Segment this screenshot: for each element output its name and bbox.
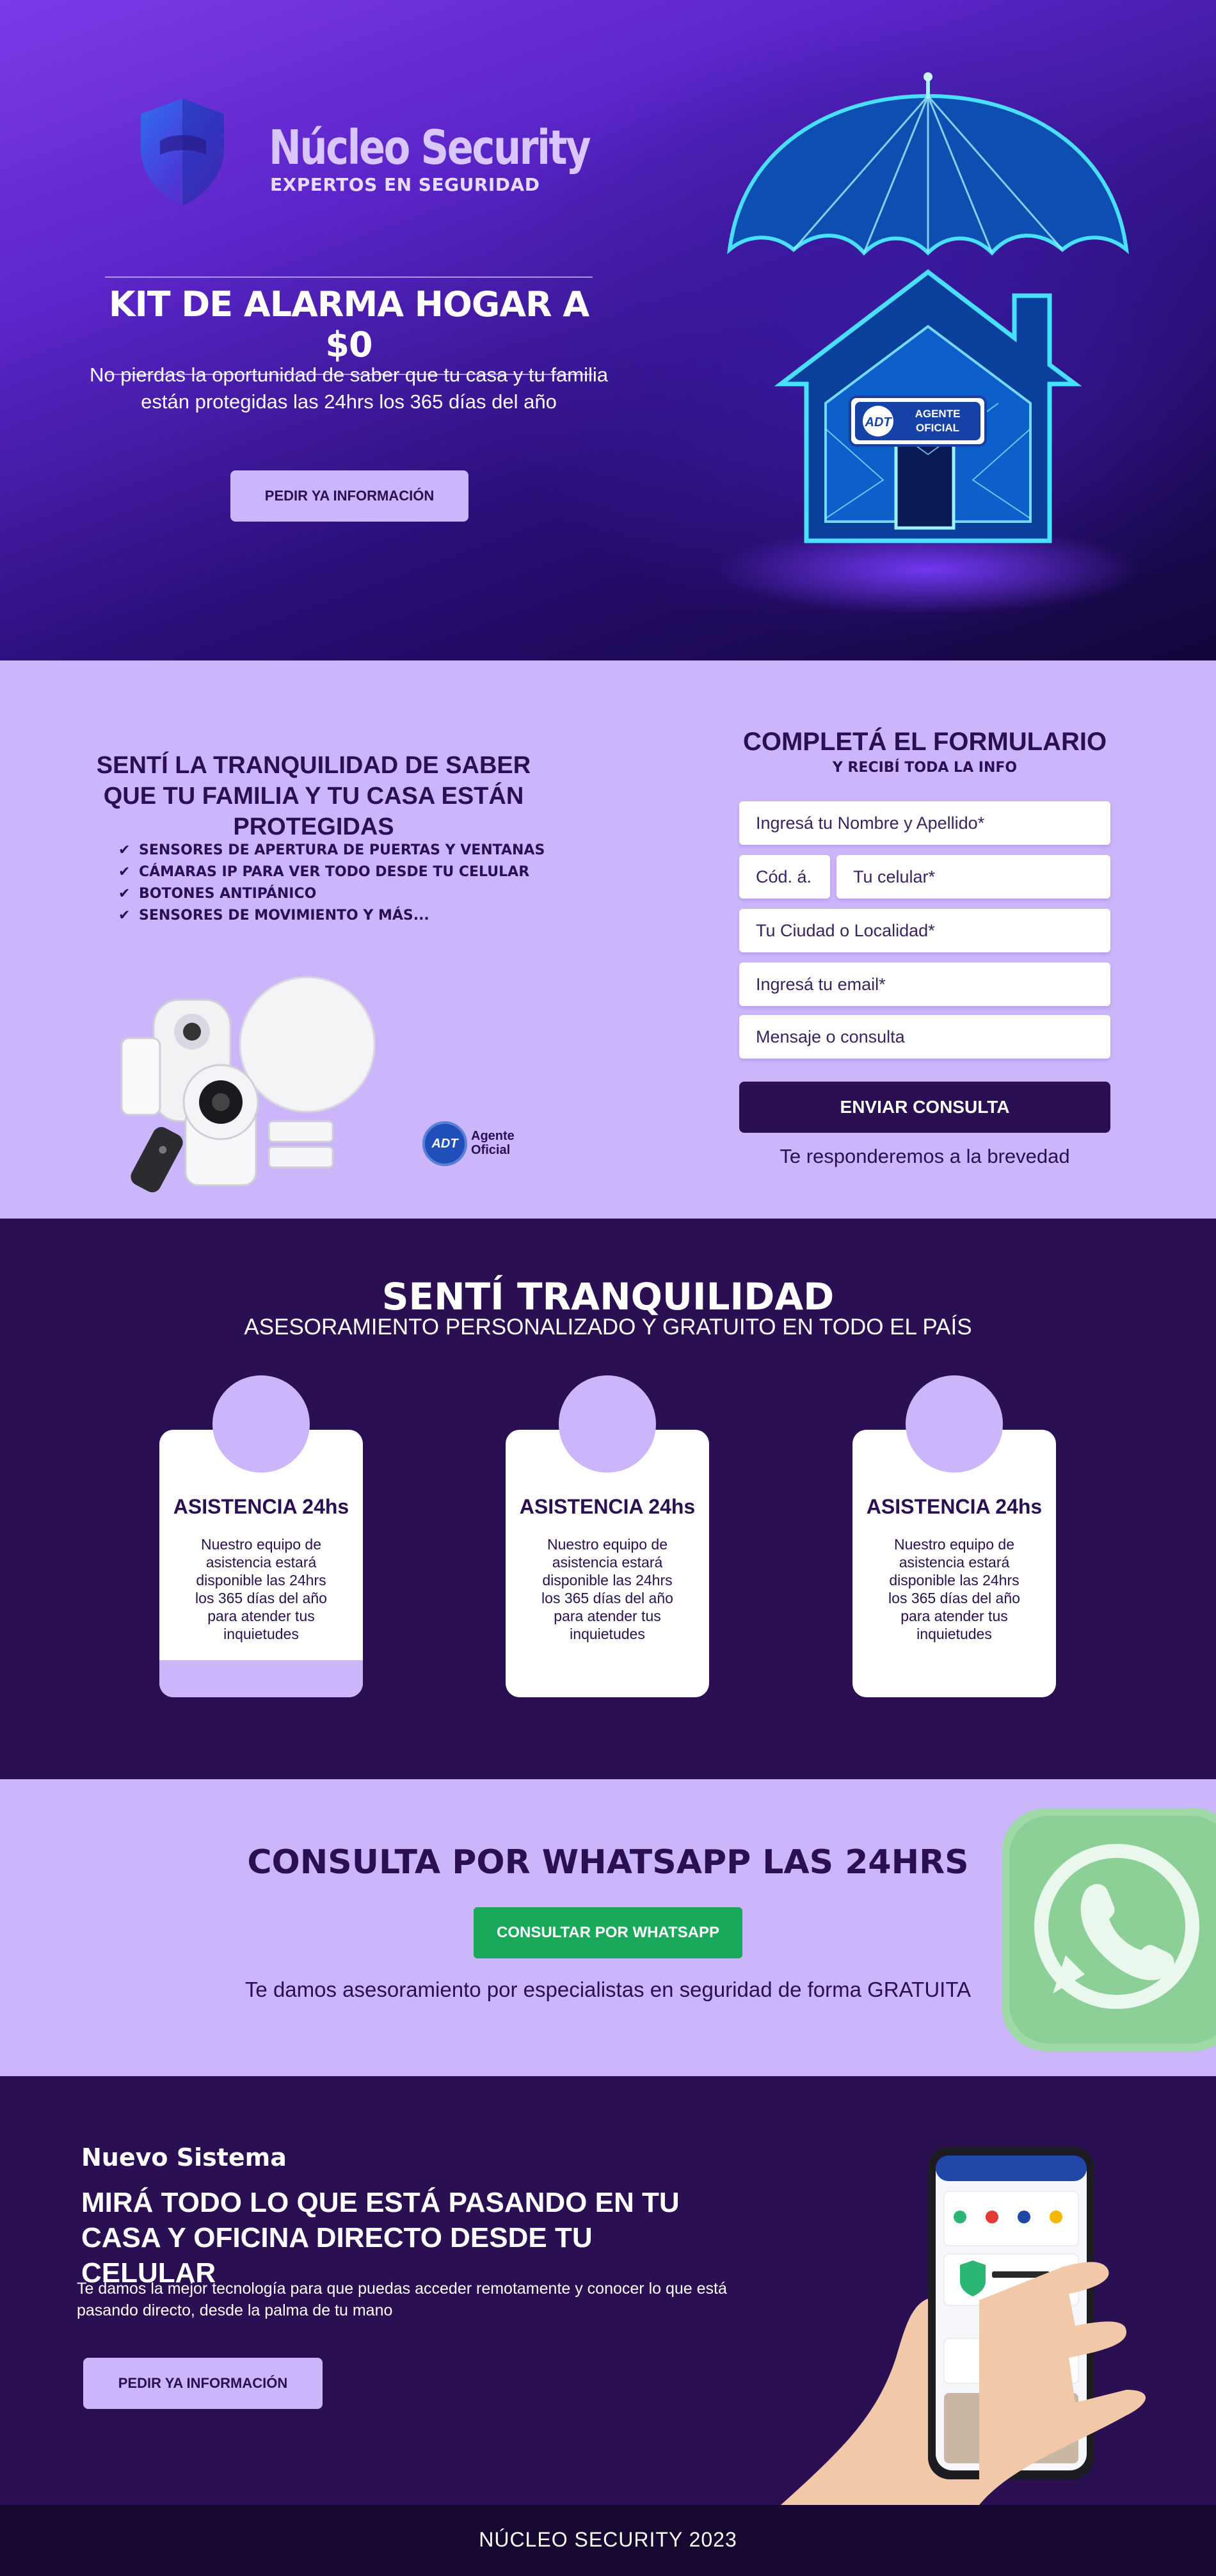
card-text: Nuestro equipo de asistencia estará disp… [541,1536,673,1642]
list-item: BOTONES ANTIPÁNICO [118,883,545,905]
svg-text:AGENTE: AGENTE [915,408,961,420]
request-info-button[interactable]: PEDIR YA INFORMACIÓN [83,2358,323,2409]
umbrella-icon [727,72,1129,256]
whatsapp-section: CONSULTA POR WHATSAPP LAS 24HRS CONSULTA… [0,1779,1216,2076]
features-list: SENSORES DE APERTURA DE PUERTAS Y VENTAN… [118,840,545,927]
card-icon-circle [906,1375,1003,1473]
app-kicker: Nuevo Sistema [81,2143,287,2172]
form-subtitle: Y RECIBÍ TODA LA INFO [832,760,1018,776]
form-note: Te responderemos a la brevedad [780,1145,1070,1167]
phone-in-hand-image [781,2147,1146,2505]
hero-title-block: KIT DE ALARMA HOGAR A $0 [105,276,593,375]
whatsapp-button[interactable]: CONSULTAR POR WHATSAPP [474,1907,742,1958]
card-title: ASISTENCIA 24hs [173,1495,349,1518]
hero-section: Núcleo Security EXPERTOS EN SEGURIDAD KI… [0,0,1216,660]
card-footer-band [159,1660,363,1697]
app-section: Nuevo Sistema MIRÁ TODO LO QUE ESTÁ PASA… [0,2076,1216,2505]
email-field[interactable] [739,963,1110,1006]
name-field[interactable] [739,801,1110,845]
card-title: ASISTENCIA 24hs [866,1495,1043,1518]
shield-logo-icon [141,99,224,206]
brand-tagline: EXPERTOS EN SEGURIDAD [270,174,540,195]
support-card: ASISTENCIA 24hs Nuestro equipo de asiste… [852,1375,1056,1697]
support-section: SENTÍ TRANQUILIDAD ASESORAMIENTO PERSONA… [0,1219,1216,1779]
list-item: SENSORES DE MOVIMIENTO Y MÁS... [118,905,545,927]
adt-agent-badge: ADT AGENTE OFICIAL [849,396,987,447]
city-field[interactable] [739,909,1110,952]
support-title: SENTÍ TRANQUILIDAD [381,1275,835,1318]
svg-text:OFICIAL: OFICIAL [916,422,959,434]
support-card: ASISTENCIA 24hs Nuestro equipo de asiste… [506,1375,709,1697]
divider [105,276,593,278]
form-title: COMPLETÁ EL FORMULARIO [742,728,1107,756]
support-card: ASISTENCIA 24hs Nuestro equipo de asiste… [159,1375,363,1697]
request-info-button[interactable]: PEDIR YA INFORMACIÓN [230,470,468,522]
phone-field[interactable] [836,855,1110,899]
card-text: Nuestro equipo de asistencia estará disp… [195,1536,327,1642]
support-subtitle: ASESORAMIENTO PERSONALIZADO Y GRATUITO E… [244,1315,972,1340]
area-code-field[interactable] [739,855,830,899]
hero-title: KIT DE ALARMA HOGAR A $0 [108,284,589,365]
whatsapp-icon[interactable] [995,1802,1216,2058]
brand-logo[interactable]: Núcleo Security EXPERTOS EN SEGURIDAD [134,96,591,211]
hero-subtitle: No pierdas la oportunidad de saber que t… [90,364,608,413]
footer-text: NÚCLEO SECURITY 2023 [479,2528,737,2551]
features-title: SENTÍ LA TRANQUILIDAD DE SABER QUE TU FA… [96,752,531,840]
card-icon-circle [559,1375,656,1473]
security-devices-image [120,976,376,1192]
footer: NÚCLEO SECURITY 2023 [0,2505,1216,2576]
svg-text:ADT: ADT [864,415,892,429]
app-title: MIRÁ TODO LO QUE ESTÁ PASANDO EN TU CASA… [81,2187,680,2289]
card-icon-circle [212,1375,310,1473]
message-field[interactable] [739,1015,1110,1059]
app-text: Te damos la mejor tecnología para que pu… [77,2280,727,2319]
list-item: SENSORES DE APERTURA DE PUERTAS Y VENTAN… [118,840,545,861]
submit-button[interactable]: ENVIAR CONSULTA [739,1082,1110,1133]
adt-logo-icon: ADT [422,1121,467,1166]
brand-name: Núcleo Security [269,120,591,175]
card-text: Nuestro equipo de asistencia estará disp… [888,1536,1020,1642]
card-title: ASISTENCIA 24hs [519,1495,696,1518]
adt-badge: ADT Agente Oficial [422,1121,518,1166]
list-item: CÁMARAS IP PARA VER TODO DESDE TU CELULA… [118,861,545,883]
features-form-section: SENTÍ LA TRANQUILIDAD DE SABER QUE TU FA… [0,660,1216,1219]
umbrella-house-illustration: ADT AGENTE OFICIAL [717,72,1139,614]
adt-agent-label: Agente Oficial [471,1129,515,1157]
